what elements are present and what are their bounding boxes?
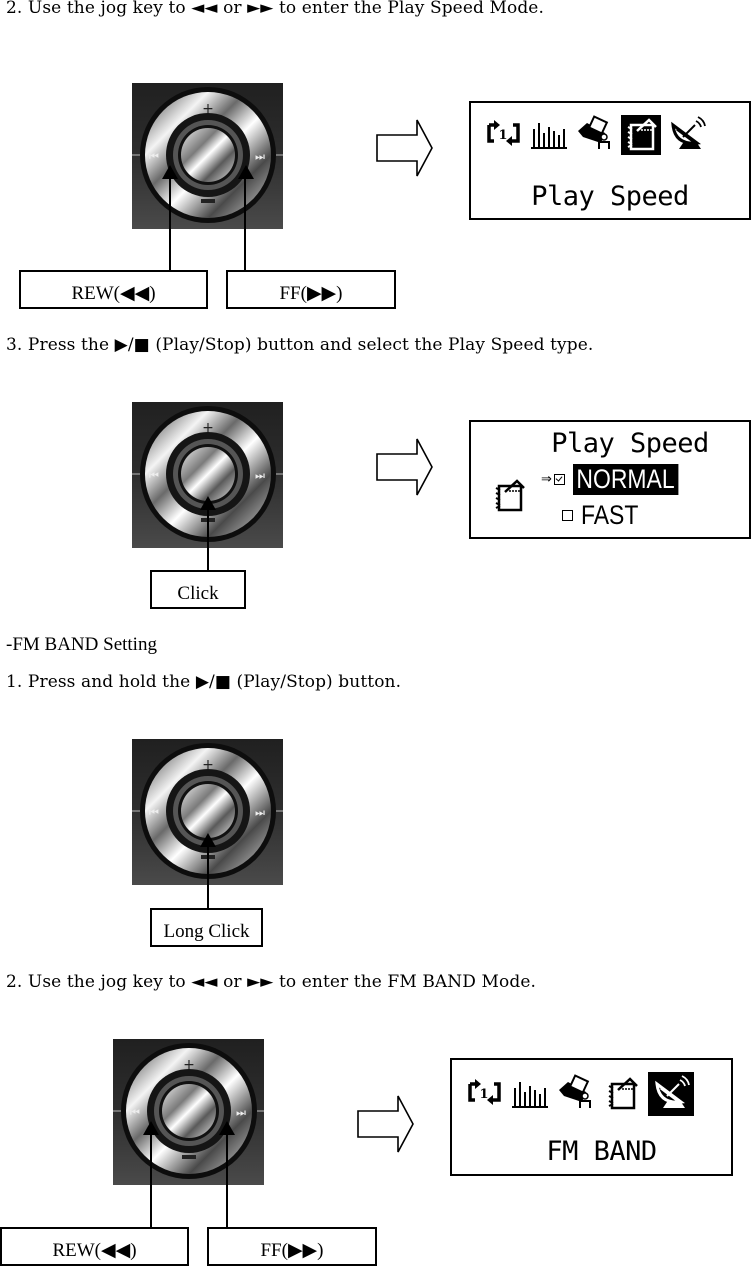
fm-antenna-icon <box>648 1072 694 1116</box>
play-speed-notepad-icon <box>489 476 529 516</box>
lcd-menu-play-speed: Play Speed <box>469 101 751 220</box>
lcd-menu-fm-band: FM BAND <box>450 1058 733 1176</box>
ff-pointer-line <box>244 174 246 272</box>
lcd-title: Play Speed <box>551 428 709 459</box>
fm-antenna-icon <box>667 115 707 155</box>
lcd-icon-row <box>483 115 707 155</box>
lcd-icon-row <box>464 1072 694 1116</box>
instruction-play-speed-step2: 2. Use the jog key to ◄◄ or ►► to enter … <box>6 0 544 18</box>
pointer-arrow-icon: ⇒ <box>541 472 552 487</box>
section-heading-fm-band: -FM BAND Setting <box>6 634 157 655</box>
long-click-label: Long Click <box>150 908 263 947</box>
checkbox-checked[interactable] <box>553 474 565 485</box>
checkbox-unchecked[interactable] <box>562 510 573 521</box>
option-label: FAST <box>581 500 639 530</box>
right-arrow-icon <box>375 437 435 501</box>
rew-pointer-line <box>169 174 171 272</box>
equalizer-icon <box>529 115 569 155</box>
instruction-fm-step2: 2. Use the jog key to ◄◄ or ►► to enter … <box>6 972 537 992</box>
user-folder-icon <box>556 1074 596 1114</box>
right-arrow-icon <box>356 1094 416 1158</box>
rew-label: REW(◀◀) <box>19 270 208 309</box>
lcd-title: Play Speed <box>531 181 689 212</box>
equalizer-icon <box>510 1074 550 1114</box>
lcd-title: FM BAND <box>546 1136 657 1167</box>
repeat-one-icon <box>464 1074 504 1114</box>
long-click-pointer-line <box>207 840 209 910</box>
option-label: NORMAL <box>572 464 678 495</box>
jog-wheel-image <box>132 83 283 229</box>
click-label: Click <box>150 570 246 609</box>
ff-label: FF(▶▶) <box>226 270 396 309</box>
play-speed-notepad-icon <box>602 1074 642 1114</box>
instruction-play-speed-step3: 3. Press the ▶/■ (Play/Stop) button and … <box>6 335 594 355</box>
ff-pointer-line <box>226 1130 228 1229</box>
ff-label: FF(▶▶) <box>207 1227 377 1266</box>
option-normal[interactable]: ⇒ NORMAL <box>541 464 696 495</box>
rew-pointer-line <box>150 1130 152 1229</box>
rew-label: REW(◀◀) <box>0 1227 189 1266</box>
instruction-fm-step1: 1. Press and hold the ▶/■ (Play/Stop) bu… <box>6 672 402 692</box>
play-speed-notepad-icon <box>621 115 661 155</box>
option-fast[interactable]: FAST <box>562 500 649 531</box>
jog-wheel-image <box>113 1039 264 1185</box>
lcd-play-speed-options: Play Speed ⇒ NORMAL FAST <box>469 420 751 539</box>
right-arrow-icon <box>375 118 435 182</box>
click-pointer-line <box>207 502 209 572</box>
repeat-one-icon <box>483 115 523 155</box>
user-folder-icon <box>575 115 615 155</box>
